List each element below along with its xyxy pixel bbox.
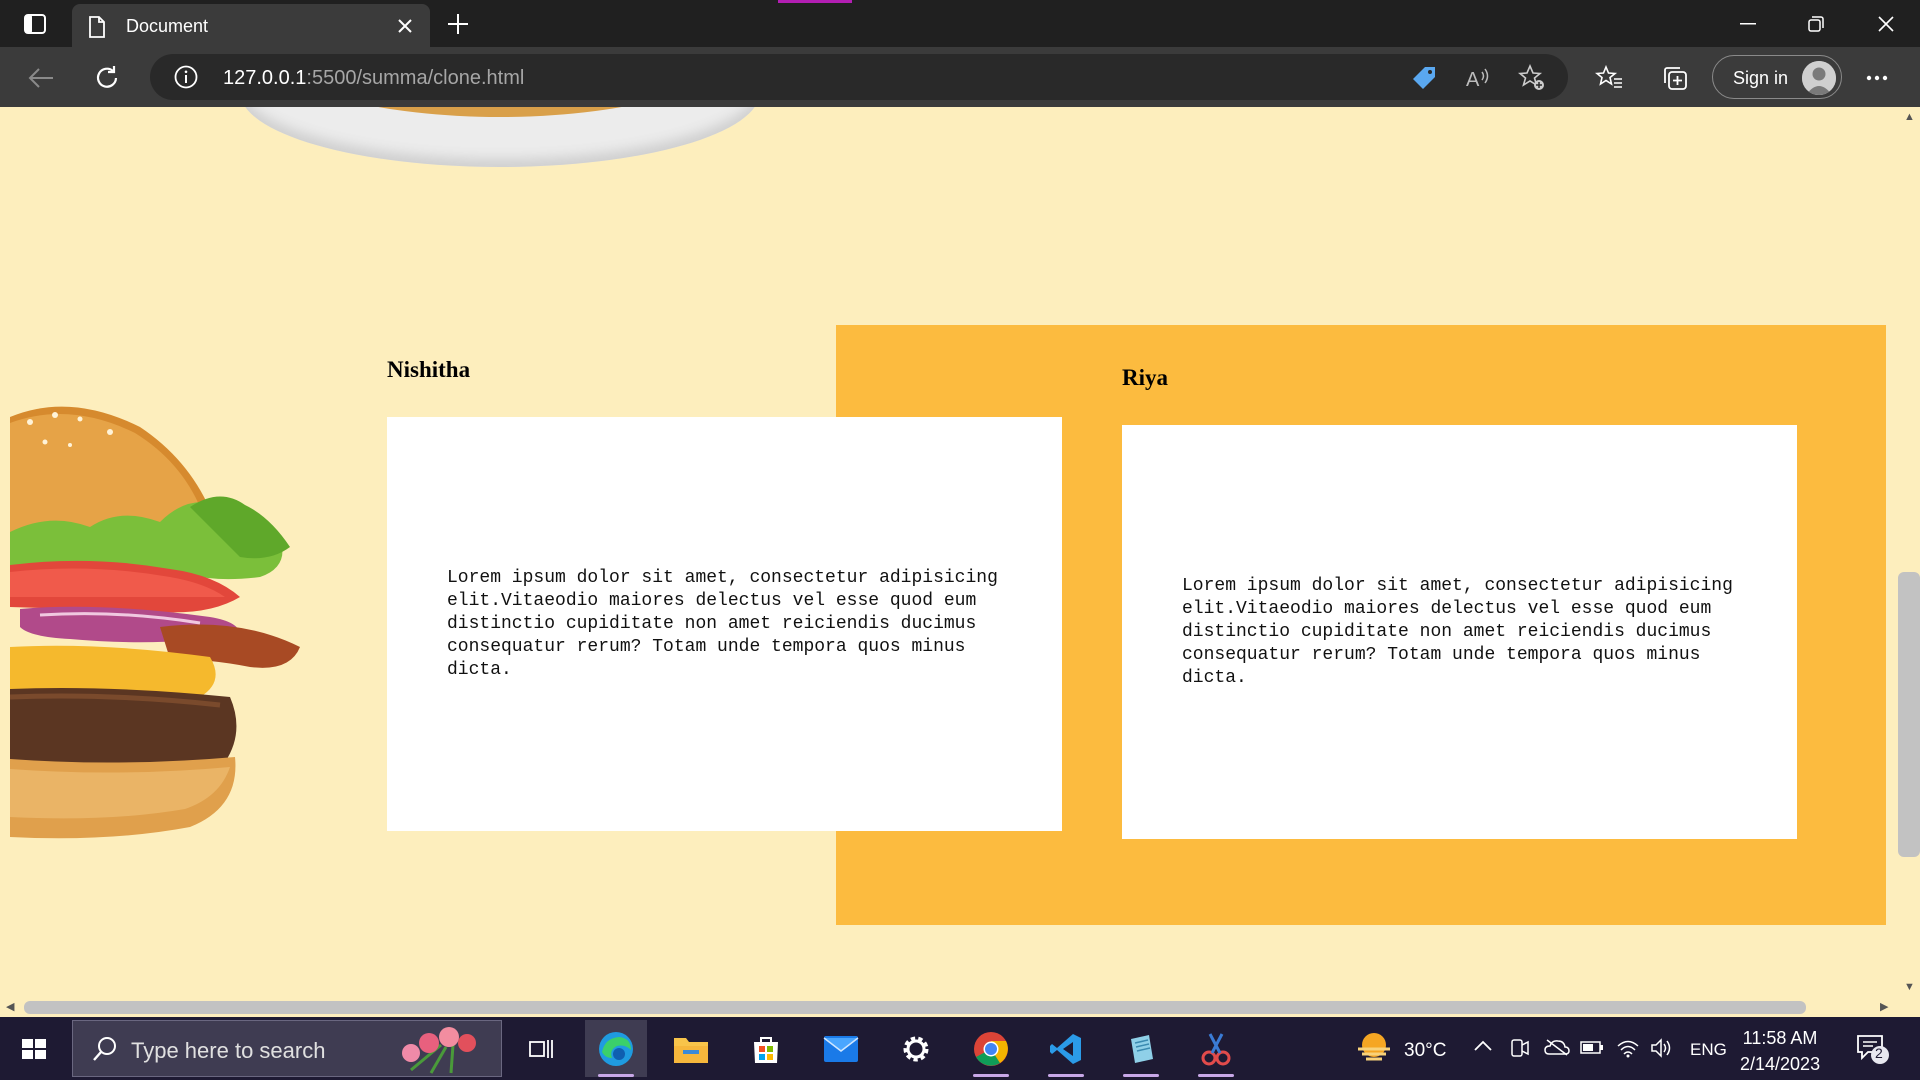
back-icon[interactable]: [22, 59, 60, 97]
svg-text:A: A: [1466, 69, 1480, 90]
temperature-text[interactable]: 30°C: [1404, 1040, 1446, 1062]
page-icon: [88, 16, 106, 43]
address-bar[interactable]: 127.0.0.1:5500/summa/clone.html A: [150, 54, 1568, 100]
scroll-down-icon[interactable]: ▼: [1904, 981, 1915, 993]
scroll-left-icon[interactable]: ◀: [6, 1000, 14, 1013]
browser-toolbar: 127.0.0.1:5500/summa/clone.html A Sign i…: [0, 47, 1920, 107]
microsoft-store-icon[interactable]: [735, 1020, 797, 1077]
onedrive-icon[interactable]: [1544, 1038, 1570, 1061]
avatar: [1802, 61, 1836, 95]
testimonial-name-nishitha: Nishitha: [387, 357, 471, 382]
refresh-icon[interactable]: [88, 59, 126, 97]
volume-icon[interactable]: [1650, 1038, 1674, 1063]
task-view-icon[interactable]: [510, 1020, 572, 1077]
url-text[interactable]: 127.0.0.1:5500/summa/clone.html: [223, 67, 524, 90]
read-aloud-icon[interactable]: A: [1464, 64, 1492, 92]
weather-icon[interactable]: [1356, 1031, 1392, 1068]
clock-date: 2/14/2023: [1740, 1054, 1821, 1074]
page-viewport: Nishitha Lorem ipsum dolor sit amet, con…: [0, 107, 1898, 997]
taskbar: Type here to search 30°C ENG 11:58 AM 2/…: [0, 1017, 1920, 1080]
edge-app-icon[interactable]: [585, 1020, 647, 1077]
browser-titlebar: Document: [0, 0, 1920, 47]
site-info-icon[interactable]: [174, 65, 198, 94]
vertical-scrollbar[interactable]: ▲ ▼: [1898, 107, 1920, 997]
close-tab-icon[interactable]: [394, 15, 416, 37]
tab-title: Document: [126, 16, 209, 36]
chevron-up-icon[interactable]: [1474, 1038, 1492, 1056]
testimonial-text: Lorem ipsum dolor sit amet, consectetur …: [447, 568, 998, 680]
minimize-icon[interactable]: [1720, 0, 1776, 47]
shopping-tag-icon[interactable]: [1410, 64, 1438, 92]
sign-in-label: Sign in: [1733, 68, 1789, 88]
battery-icon[interactable]: [1580, 1038, 1604, 1061]
add-favorite-icon[interactable]: [1518, 64, 1546, 92]
restore-icon[interactable]: [1788, 0, 1844, 47]
scroll-right-icon[interactable]: ▶: [1880, 1000, 1888, 1013]
horizontal-scroll-thumb[interactable]: [24, 1001, 1806, 1014]
testimonial-text: Lorem ipsum dolor sit amet, consectetur …: [1182, 576, 1733, 688]
clock-time: 11:58 AM: [1742, 1028, 1818, 1048]
burger-image: [10, 397, 300, 842]
chrome-icon[interactable]: [960, 1020, 1022, 1077]
clock[interactable]: 11:58 AM 2/14/2023: [1740, 1025, 1820, 1077]
file-explorer-icon[interactable]: [660, 1020, 722, 1077]
tab-indicator: [778, 0, 852, 3]
search-placeholder: Type here to search: [131, 1038, 326, 1063]
more-options-icon[interactable]: [1858, 59, 1896, 97]
food-plate-image: [240, 107, 760, 167]
scroll-up-icon[interactable]: ▲: [1904, 111, 1915, 123]
tulip-bouquet-icon: [402, 1027, 476, 1074]
wifi-icon[interactable]: [1616, 1038, 1640, 1063]
collections-icon[interactable]: [1656, 59, 1694, 97]
vertical-scroll-thumb[interactable]: [1898, 572, 1920, 857]
mail-icon[interactable]: [810, 1020, 872, 1077]
taskbar-search[interactable]: Type here to search: [72, 1020, 502, 1077]
horizontal-scrollbar[interactable]: ◀ ▶: [0, 997, 1898, 1017]
testimonial-name-riya: Riya: [1122, 365, 1168, 390]
favorites-icon[interactable]: [1590, 59, 1628, 97]
tab-actions-icon[interactable]: [16, 8, 54, 40]
windows-start-icon[interactable]: [14, 1031, 54, 1067]
search-icon: [91, 1035, 119, 1068]
testimonial-card: Lorem ipsum dolor sit amet, consectetur …: [387, 417, 1062, 831]
meet-now-icon[interactable]: [1510, 1037, 1530, 1064]
browser-tab[interactable]: Document: [72, 4, 430, 47]
notification-center-icon[interactable]: 2: [1856, 1033, 1890, 1070]
settings-gear-icon[interactable]: [885, 1020, 947, 1077]
snipping-tool-icon[interactable]: [1185, 1020, 1247, 1077]
sign-in-button[interactable]: Sign in: [1712, 55, 1842, 99]
new-tab-icon[interactable]: [442, 8, 474, 40]
notification-count: 2: [1875, 1045, 1883, 1061]
testimonial-card: Lorem ipsum dolor sit amet, consectetur …: [1122, 425, 1797, 839]
vscode-icon[interactable]: [1035, 1020, 1097, 1077]
close-window-icon[interactable]: [1858, 0, 1914, 47]
language-indicator[interactable]: ENG: [1690, 1040, 1727, 1060]
notepad-icon[interactable]: [1110, 1020, 1172, 1077]
